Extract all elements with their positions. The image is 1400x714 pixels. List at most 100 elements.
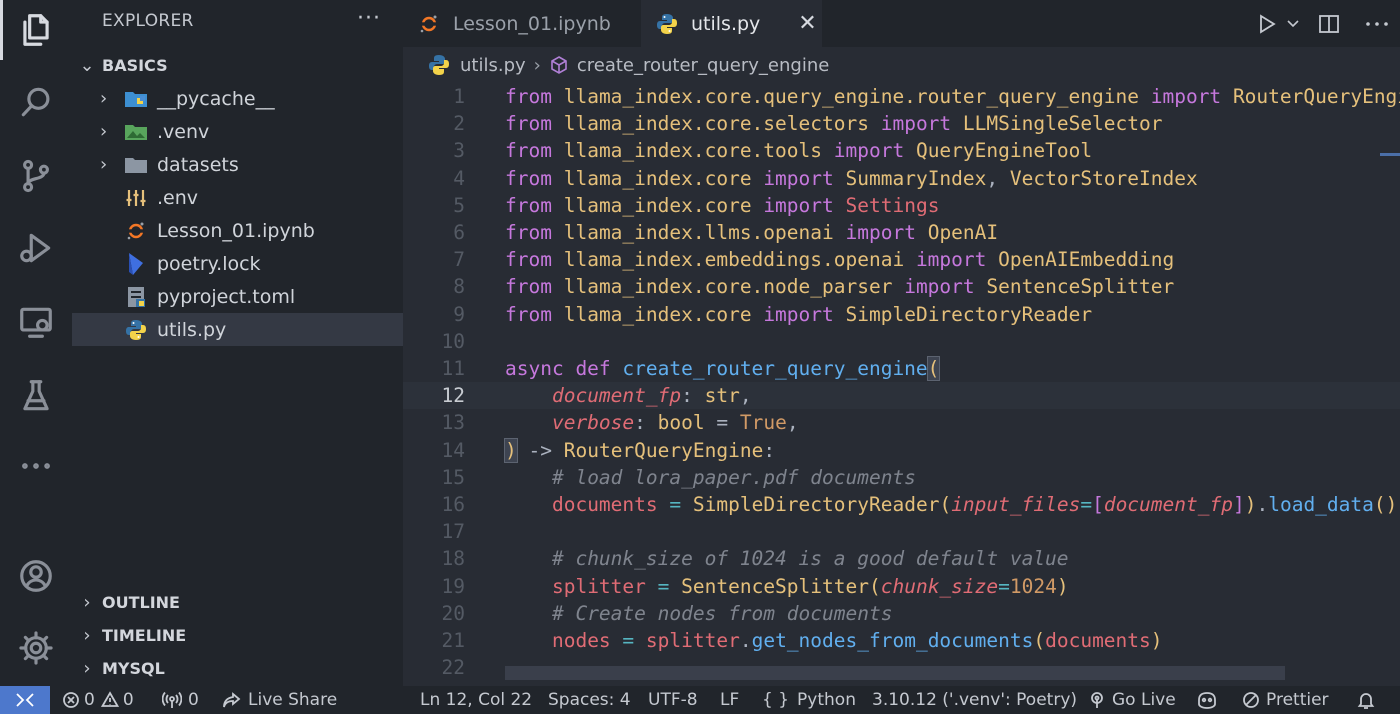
run-play-icon[interactable] — [1252, 13, 1282, 35]
run-debug-icon[interactable] — [0, 218, 72, 278]
tree-item-label: __pycache__ — [157, 87, 275, 110]
code-line: 11 async def create_router_query_engine( — [441, 356, 941, 381]
notifications-bell-icon[interactable] — [1356, 686, 1376, 714]
account-icon[interactable] — [0, 546, 72, 606]
warning-icon — [100, 691, 119, 709]
python-icon — [655, 12, 679, 36]
folder-pycache-icon — [124, 87, 148, 111]
section-mysql[interactable]: › MYSQL — [72, 652, 403, 684]
copilot-icon[interactable] — [1196, 686, 1218, 714]
close-icon[interactable]: ✕ — [798, 11, 816, 36]
code-line: 21 nodes = splitter.get_nodes_from_docum… — [441, 629, 1163, 652]
status-bar: 0 0 0 Live Share Ln 12, Col 22 Spaces: 4… — [0, 686, 1400, 714]
more-actions-icon[interactable] — [1354, 21, 1400, 27]
code-line: 9 from llama_index.core import SimpleDire… — [453, 302, 1093, 326]
chevron-down-icon[interactable] — [1282, 19, 1304, 29]
tab-label: Lesson_01.ipynb — [453, 12, 611, 35]
explorer-sidebar: EXPLORER ··· ⌄ BASICS › __pycache__ › .v… — [72, 0, 403, 686]
tab-utils[interactable]: utils.py ✕ — [641, 0, 822, 47]
section-label: OUTLINE — [102, 592, 180, 612]
toml-file-icon — [124, 285, 148, 309]
code-line: 18 # chunk_size of 1024 is a good defaul… — [441, 547, 1069, 571]
code-line: 8 from llama_index.core.node_parser impor… — [453, 275, 1175, 299]
code-line: 19 splitter = SentenceSplitter(chunk_siz… — [441, 574, 1069, 598]
indentation[interactable]: Spaces: 4 — [548, 686, 631, 714]
folder-icon — [124, 153, 148, 177]
code-line: 7 from llama_index.embeddings.openai impo… — [453, 248, 1175, 272]
jupyter-icon — [124, 219, 148, 243]
cursor-position[interactable]: Ln 12, Col 22 — [420, 686, 532, 714]
code-line: 4 from llama_index.core import SummaryInd… — [453, 166, 1198, 190]
horizontal-scrollbar[interactable] — [505, 666, 1285, 680]
section-label: TIMELINE — [102, 625, 187, 645]
tree-item-datasets[interactable]: › datasets — [72, 148, 403, 181]
folder-root-basics[interactable]: ⌄ BASICS — [72, 49, 403, 81]
tab-lesson-notebook[interactable]: Lesson_01.ipynb — [403, 0, 641, 47]
python-interpreter[interactable]: 3.10.12 ('.venv': Poetry) — [872, 686, 1077, 714]
jupyter-icon — [417, 12, 441, 36]
go-live-button[interactable]: Go Live — [1088, 686, 1176, 714]
remote-indicator[interactable] — [0, 686, 50, 714]
live-share-icon — [222, 691, 242, 709]
poetry-icon — [124, 252, 148, 276]
code-line-current: 12 document_fp: str, — [403, 382, 1400, 410]
code-line: 6 from llama_index.llms.openai import Ope… — [453, 221, 999, 244]
more-icon[interactable] — [0, 436, 72, 496]
chevron-right-icon: › — [100, 121, 108, 142]
chevron-right-icon: › — [100, 154, 108, 175]
section-label: MYSQL — [102, 658, 165, 678]
tree-item-label: Lesson_01.ipynb — [157, 219, 315, 242]
code-line: 1 from llama_index.core.query_engine.rout… — [453, 85, 1400, 108]
sidebar-more-button[interactable]: ··· — [357, 6, 381, 31]
line-ending[interactable]: LF — [720, 686, 739, 714]
tree-item-poetry-lock[interactable]: poetry.lock — [72, 247, 403, 280]
code-line: 2 from llama_index.core.selectors import … — [453, 112, 1163, 136]
tree-item-venv[interactable]: › .venv — [72, 115, 403, 148]
breadcrumb-file[interactable]: utils.py — [460, 55, 526, 76]
python-icon — [124, 318, 148, 342]
tree-item-pycache[interactable]: › __pycache__ — [72, 82, 403, 115]
code-line: 13 verbose: bool = True, — [441, 411, 799, 435]
chevron-down-icon: ⌄ — [79, 54, 95, 76]
tree-item-pyproject[interactable]: pyproject.toml — [72, 280, 403, 313]
tree-item-label: poetry.lock — [157, 252, 261, 275]
tree-item-env[interactable]: .env — [72, 181, 403, 214]
editor-actions — [1252, 0, 1400, 47]
chevron-right-icon: › — [83, 591, 91, 613]
split-editor-icon[interactable] — [1304, 13, 1354, 35]
testing-flask-icon[interactable] — [0, 366, 72, 426]
code-line: 5 from llama_index.core import Settings — [453, 193, 940, 217]
tree-item-lesson-notebook[interactable]: Lesson_01.ipynb — [72, 214, 403, 247]
code-line: 15 # load lora_paper.pdf documents — [441, 465, 916, 489]
env-settings-icon — [124, 186, 148, 210]
breadcrumb-symbol[interactable]: create_router_query_engine — [577, 55, 829, 76]
problems-indicator[interactable]: 0 0 — [62, 686, 134, 714]
breadcrumb-separator: › — [533, 54, 541, 76]
section-outline[interactable]: › OUTLINE — [72, 586, 403, 618]
language-mode[interactable]: { } Python — [762, 686, 856, 714]
tree-item-label: datasets — [157, 153, 239, 176]
chevron-right-icon: › — [83, 624, 91, 646]
source-control-icon[interactable] — [0, 146, 72, 206]
explorer-icon[interactable] — [0, 0, 72, 60]
encoding[interactable]: UTF-8 — [648, 686, 698, 714]
live-share-button[interactable]: Live Share — [222, 686, 337, 714]
code-line: 3 from llama_index.core.tools import Quer… — [453, 139, 1093, 163]
braces-icon: { } — [762, 690, 790, 710]
chevron-right-icon: › — [83, 657, 91, 679]
search-icon[interactable] — [0, 72, 72, 132]
code-line: 17 — [441, 520, 465, 544]
code-line: 14) -> RouterQueryEngine: — [441, 437, 776, 463]
breadcrumb: utils.py › create_router_query_engine — [403, 47, 1400, 83]
python-icon — [428, 54, 450, 76]
settings-gear-icon[interactable] — [0, 618, 72, 678]
symbol-method-icon — [549, 55, 569, 75]
sidebar-title: EXPLORER — [102, 11, 194, 31]
section-timeline[interactable]: › TIMELINE — [72, 619, 403, 651]
code-editor[interactable]: 1 from llama_index.core.query_engine.rout… — [403, 83, 1400, 686]
tree-item-utils[interactable]: utils.py — [72, 313, 403, 346]
prettier-button[interactable]: Prettier — [1242, 686, 1329, 714]
ports-indicator[interactable]: 0 — [162, 686, 199, 714]
remote-explorer-icon[interactable] — [0, 292, 72, 352]
folder-venv-icon — [124, 120, 148, 144]
